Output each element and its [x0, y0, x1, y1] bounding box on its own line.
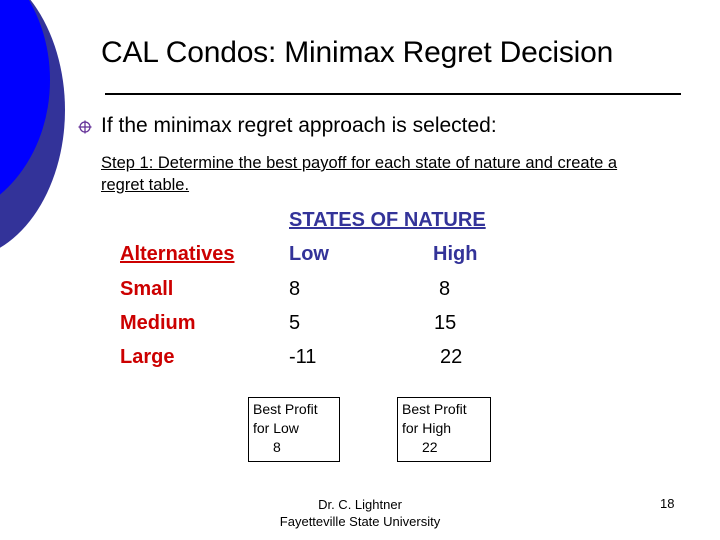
callout-line2: for High	[402, 420, 452, 436]
slide-title: CAL Condos: Minimax Regret Decision	[101, 36, 614, 69]
bullet-text: If the minimax regret approach is select…	[101, 114, 497, 137]
callout-line1: Best Profit	[402, 401, 467, 417]
callout-value: 22	[422, 439, 438, 455]
callout-best-profit-high: Best Profit for High 22	[397, 397, 491, 462]
cell-large-low: -11	[289, 346, 317, 368]
callout-value: 8	[273, 439, 281, 455]
cell-small-high: 8	[439, 278, 451, 300]
row-label-medium: Medium	[120, 312, 196, 334]
column-header-low: Low	[289, 243, 329, 265]
row-label-large: Large	[120, 346, 175, 368]
footer-institution: Fayetteville State University	[279, 514, 441, 529]
callout-line1: Best Profit	[253, 401, 318, 417]
column-header-high: High	[433, 243, 478, 265]
title-divider	[105, 93, 681, 95]
page-number: 18	[660, 496, 675, 511]
cell-medium-low: 5	[289, 312, 301, 334]
step-instruction: Step 1: Determine the best payoff for ea…	[101, 154, 618, 194]
callout-line2: for Low	[253, 420, 299, 436]
callout-best-profit-low: Best Profit for Low 8	[248, 397, 340, 462]
crosshair-bullet-icon	[78, 120, 92, 134]
cell-large-high: 22	[440, 346, 463, 368]
cell-medium-high: 15	[434, 312, 457, 334]
footer-author: Dr. C. Lightner	[318, 497, 402, 512]
cell-small-low: 8	[289, 278, 301, 300]
states-of-nature-header: STATES OF NATURE	[289, 209, 486, 231]
alternatives-header: Alternatives	[120, 243, 235, 265]
row-label-small: Small	[120, 278, 174, 300]
footer: Dr. C. Lightner Fayetteville State Unive…	[260, 496, 460, 530]
